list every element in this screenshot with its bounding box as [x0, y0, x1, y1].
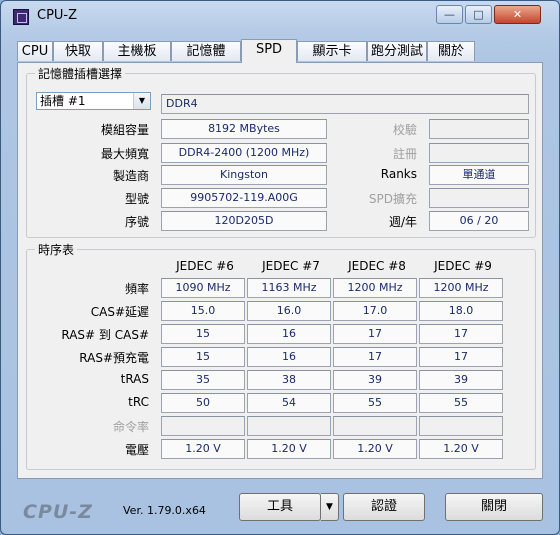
max-bandwidth-label: 最大頻寬 [100, 147, 149, 161]
timing-cell: 38 [247, 370, 331, 390]
timing-cell: 16 [247, 347, 331, 367]
timing-cell: 17 [419, 347, 503, 367]
timing-cell: 17 [333, 347, 417, 367]
week-year-label: 週/年 [388, 215, 417, 229]
version-text: Ver. 1.79.0.x64 [123, 504, 206, 517]
timing-cell: 16.0 [247, 301, 331, 321]
ranks-value: 單通道 [429, 165, 529, 185]
manufacturer-value: Kingston [161, 165, 327, 185]
module-size-value: 8192 MBytes [161, 119, 327, 139]
tab-cpu[interactable]: CPU [17, 41, 53, 61]
timing-row-label: 頻率 [124, 282, 149, 296]
ranks-label: Ranks [380, 167, 417, 181]
timing-row-label: 電壓 [124, 443, 149, 457]
tab-caches[interactable]: 快取 [53, 41, 103, 61]
max-bandwidth-value: DDR4-2400 (1200 MHz) [161, 143, 327, 163]
timing-cell: 1.20 V [333, 439, 417, 459]
slot-select[interactable]: 插槽 #1 ▼ [36, 92, 151, 110]
registered-value [429, 143, 529, 163]
timings-group-title: 時序表 [35, 241, 78, 258]
tab-graphics[interactable]: 顯示卡 [297, 41, 367, 61]
correction-value [429, 119, 529, 139]
timing-row-label: RAS#預充電 [79, 351, 149, 365]
timing-cell: 55 [419, 393, 503, 413]
tab-memory[interactable]: 記憶體 [171, 41, 241, 61]
timing-column-header: JEDEC #8 [348, 259, 406, 273]
timing-cell: 39 [333, 370, 417, 390]
timing-cell: 15.0 [161, 301, 245, 321]
window-title: CPU-Z [37, 8, 78, 23]
tab-about[interactable]: 關於 [427, 41, 475, 61]
memory-slot-group: 記憶體插槽選擇 插槽 #1 ▼ DDR4 模組容量 8192 MBytes 校驗… [26, 65, 536, 238]
timings-group: 時序表 JEDEC #6 JEDEC #7 JEDEC #8 JEDEC #9 … [26, 241, 536, 470]
timing-cell: 15 [161, 347, 245, 367]
timing-cell: 1.20 V [161, 439, 245, 459]
timing-cell: 17 [333, 324, 417, 344]
timing-row-label: 命令率 [112, 420, 149, 434]
memory-slot-group-title: 記憶體插槽選擇 [35, 65, 126, 82]
spd-ext-value [429, 188, 529, 208]
timing-cell: 17 [419, 324, 503, 344]
timing-column-header: JEDEC #6 [176, 259, 234, 273]
timing-cell [419, 416, 503, 436]
slot-select-value: 插槽 #1 [40, 94, 86, 108]
timing-cell [247, 416, 331, 436]
validate-button[interactable]: 認證 [343, 493, 425, 521]
correction-label: 校驗 [392, 123, 417, 137]
timing-cell: 1.20 V [247, 439, 331, 459]
week-year-value: 06 / 20 [429, 211, 529, 231]
timing-cell: 55 [333, 393, 417, 413]
timing-row-label: CAS#延遲 [90, 305, 149, 319]
timing-cell: 39 [419, 370, 503, 390]
module-size-label: 模組容量 [100, 123, 149, 137]
timing-cell: 50 [161, 393, 245, 413]
timing-cell: 54 [247, 393, 331, 413]
minimize-button[interactable]: — [436, 5, 463, 24]
tools-dropdown-arrow-icon[interactable]: ▼ [321, 493, 339, 521]
timing-column-header: JEDEC #7 [262, 259, 320, 273]
timing-cell [333, 416, 417, 436]
cpuz-app-icon [13, 9, 29, 25]
maximize-button[interactable]: □ [465, 5, 492, 24]
tab-mainboard[interactable]: 主機板 [103, 41, 171, 61]
timing-cell: 1163 MHz [247, 278, 331, 298]
registered-label: 註冊 [392, 147, 417, 161]
tab-bench[interactable]: 跑分測試 [367, 41, 427, 61]
timing-cell [161, 416, 245, 436]
spd-panel: 記憶體插槽選擇 插槽 #1 ▼ DDR4 模組容量 8192 MBytes 校驗… [17, 62, 543, 479]
cpuz-window: CPU-Z — □ ✕ CPU 快取 主機板 記憶體 SPD 顯示卡 跑分測試 … [0, 0, 560, 535]
tab-spd[interactable]: SPD [241, 39, 297, 63]
serial-number-value: 120D205D [161, 211, 327, 231]
timing-column-header: JEDEC #9 [434, 259, 492, 273]
memory-type-value: DDR4 [161, 94, 529, 114]
timing-row-label: tRC [128, 395, 149, 409]
part-number-label: 型號 [124, 192, 149, 206]
close-button[interactable]: 關閉 [445, 493, 543, 521]
timing-row-label: RAS# 到 CAS# [61, 328, 149, 342]
serial-number-label: 序號 [124, 215, 149, 229]
timing-cell: 1200 MHz [419, 278, 503, 298]
timing-cell: 18.0 [419, 301, 503, 321]
timing-cell: 15 [161, 324, 245, 344]
timing-cell: 1090 MHz [161, 278, 245, 298]
timing-cell: 1200 MHz [333, 278, 417, 298]
cpuz-logo: CPU-Z [23, 501, 93, 523]
timing-cell: 17.0 [333, 301, 417, 321]
close-window-button[interactable]: ✕ [494, 5, 541, 24]
title-bar[interactable]: CPU-Z — □ ✕ [1, 1, 559, 33]
timing-cell: 16 [247, 324, 331, 344]
timing-cell: 1.20 V [419, 439, 503, 459]
tools-button[interactable]: 工具 [239, 493, 321, 521]
manufacturer-label: 製造商 [112, 169, 149, 183]
part-number-value: 9905702-119.A00G [161, 188, 327, 208]
timing-cell: 35 [161, 370, 245, 390]
timing-row-label: tRAS [120, 372, 149, 386]
dropdown-arrow-icon[interactable]: ▼ [133, 93, 150, 109]
spd-ext-label: SPD擴充 [368, 192, 417, 206]
